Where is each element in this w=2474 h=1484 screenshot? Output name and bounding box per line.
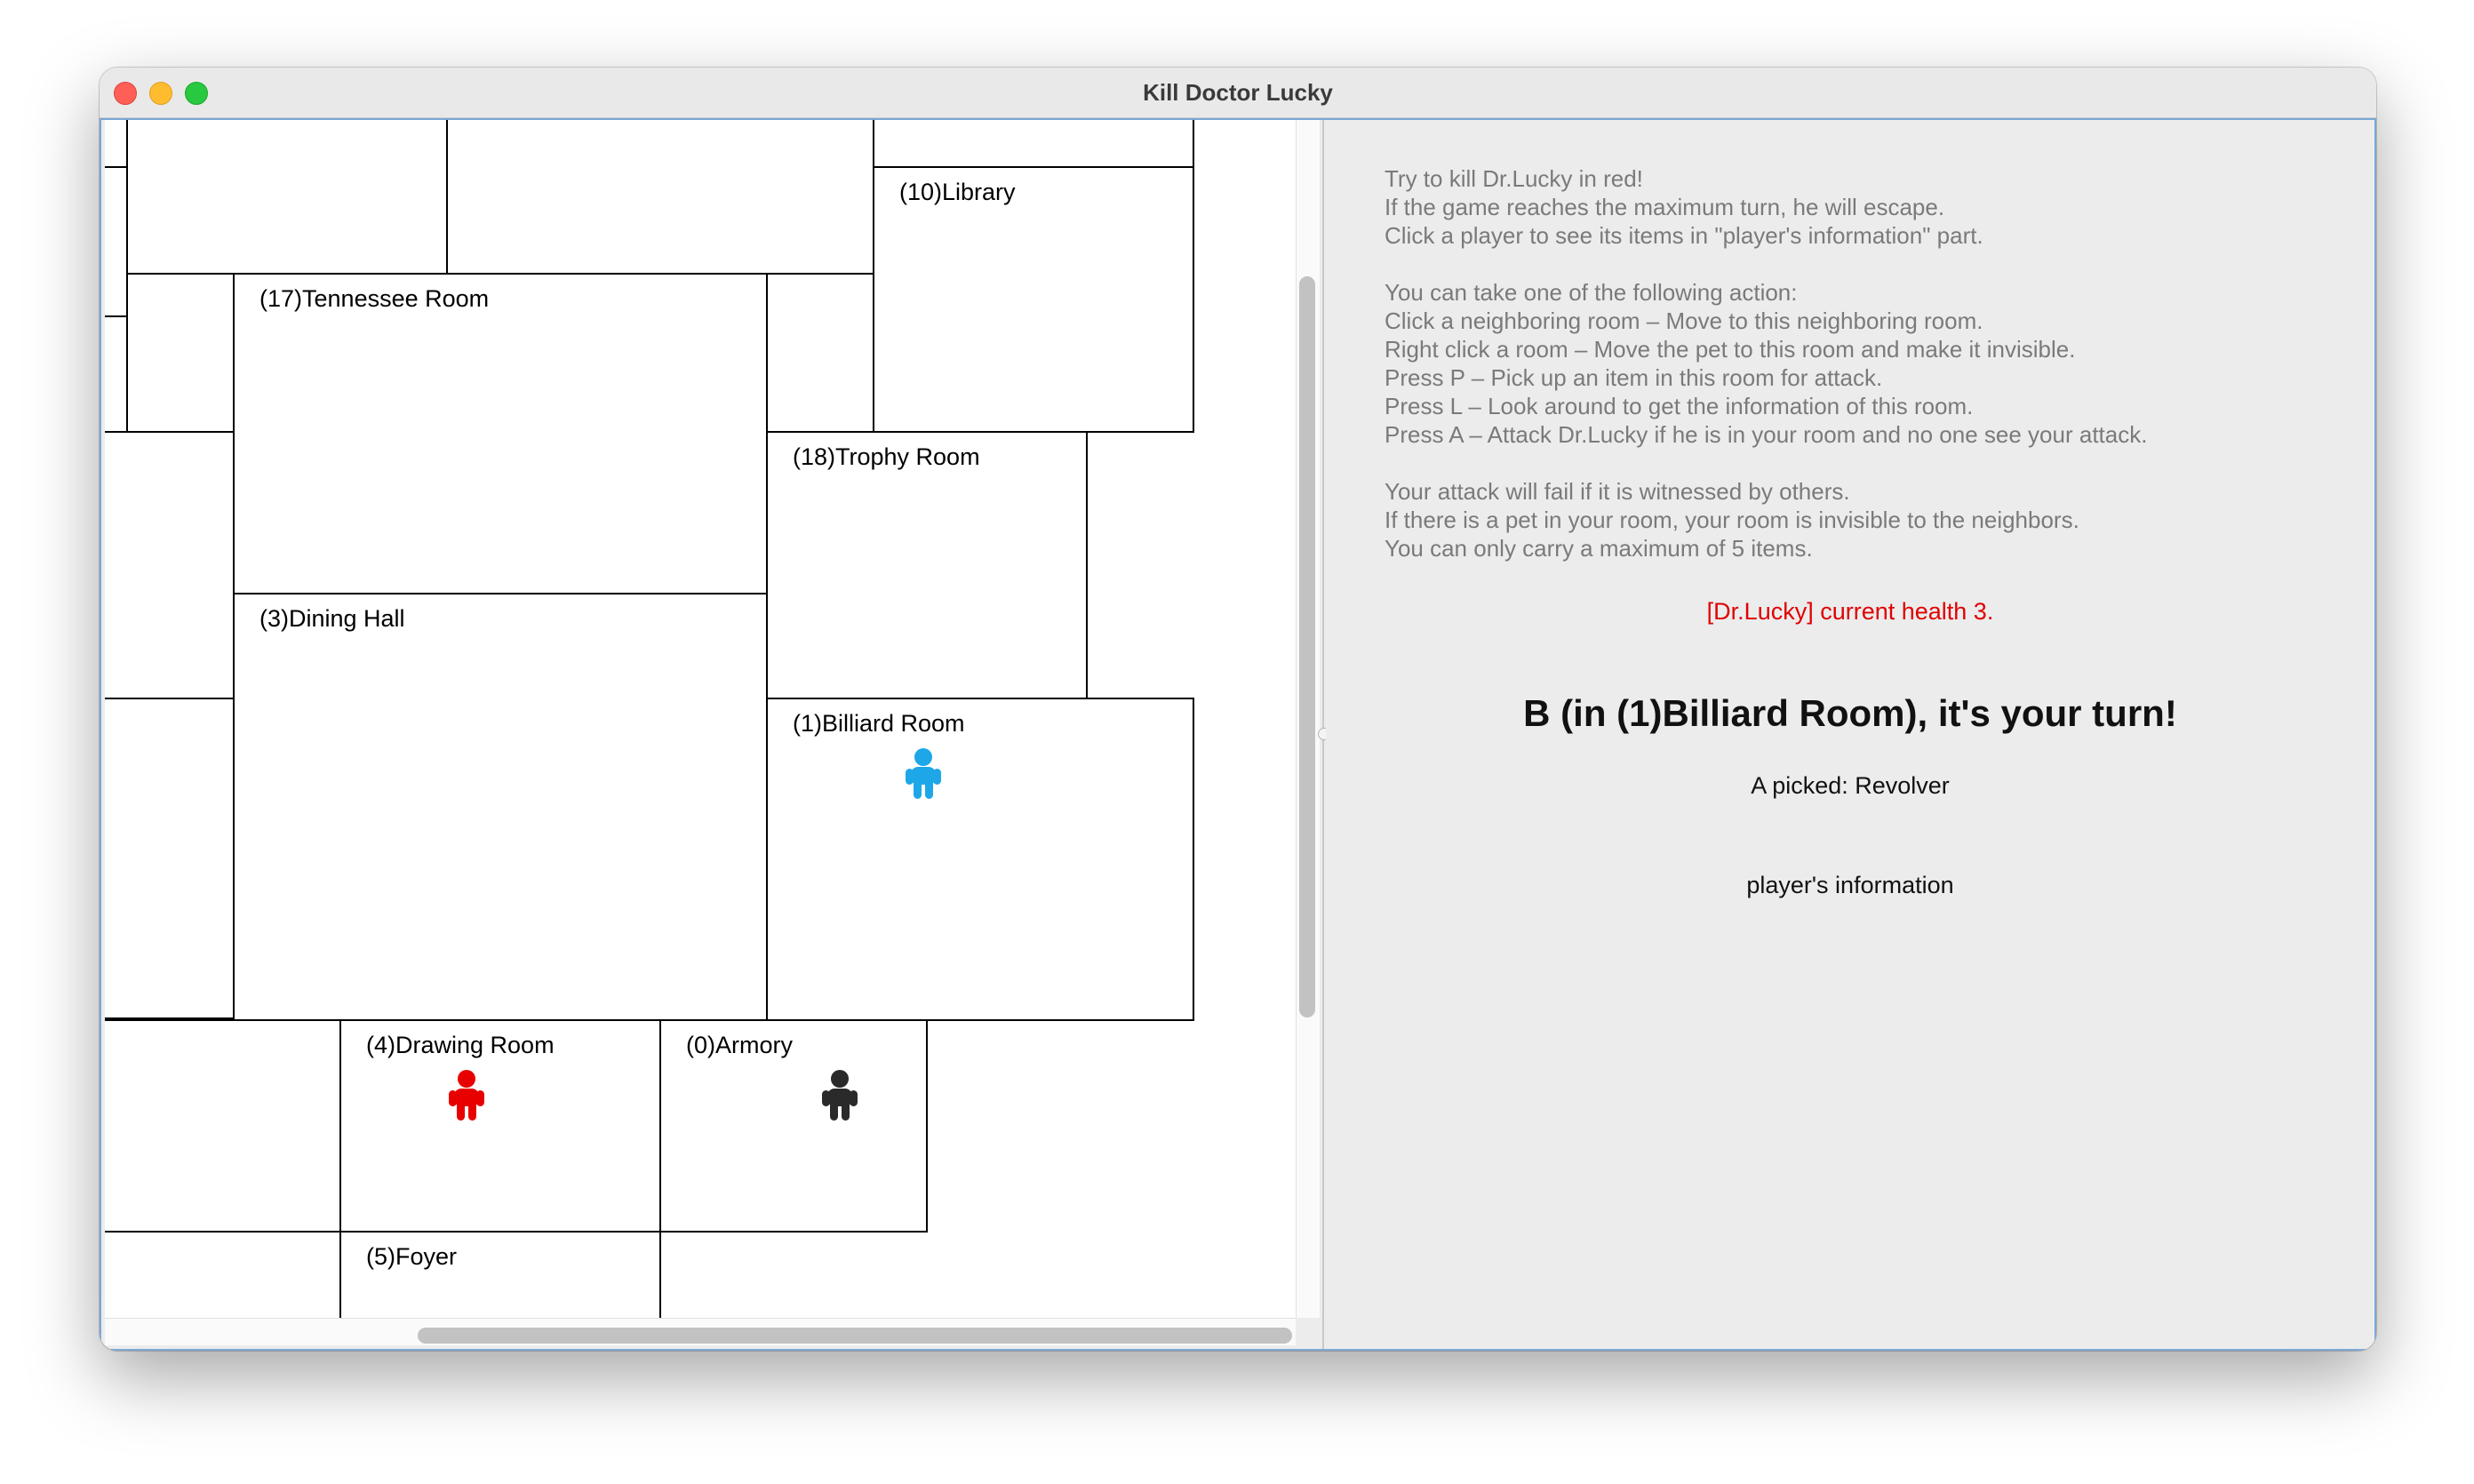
player-information-label: player's information	[1746, 872, 1954, 898]
room-unlabeled[interactable]	[105, 431, 235, 699]
room-label: (17)Tennessee Room	[259, 285, 490, 312]
room-unlabeled[interactable]	[873, 120, 1194, 168]
horizontal-scrollbar-thumb[interactable]	[418, 1328, 1292, 1344]
room-unlabeled[interactable]	[105, 1231, 341, 1318]
room-label: (0)Armory	[686, 1032, 793, 1058]
instruction-line: If the game reaches the maximum turn, he…	[1385, 194, 1945, 220]
room-unlabeled[interactable]	[105, 698, 235, 1019]
instruction-line: Press L – Look around to get the informa…	[1385, 393, 1974, 419]
instruction-line	[1385, 250, 2147, 278]
room-label: (3)Dining Hall	[259, 605, 405, 632]
mansion-map: (10)Library (17)Tennessee Room (18)Troph…	[105, 120, 1296, 1318]
instruction-line: Press P – Pick up an item in this room f…	[1385, 364, 1883, 391]
room-dining-hall[interactable]: (3)Dining Hall	[233, 593, 768, 1021]
instruction-line: Click a player to see its items in "play…	[1385, 222, 1983, 249]
room-tennessee[interactable]: (17)Tennessee Room	[233, 273, 768, 594]
room-trophy[interactable]: (18)Trophy Room	[766, 431, 1088, 699]
instruction-line: Press A – Attack Dr.Lucky if he is in yo…	[1385, 421, 2148, 448]
room-partial-left[interactable]: ar	[105, 1019, 341, 1233]
instruction-line: You can take one of the following action…	[1385, 279, 1798, 306]
instruction-line: You can only carry a maximum of 5 items.	[1385, 535, 1813, 562]
instruction-line	[1385, 449, 2147, 477]
dr-lucky-health: [Dr.Lucky] current health 3.	[1706, 598, 1994, 625]
room-label: (4)Drawing Room	[366, 1032, 555, 1058]
room-unlabeled[interactable]	[446, 120, 874, 275]
title-bar: Kill Doctor Lucky	[100, 68, 2376, 118]
room-unlabeled[interactable]	[105, 166, 128, 317]
info-panel: Try to kill Dr.Lucky in red! If the game…	[1326, 120, 2374, 1349]
room-unlabeled[interactable]	[126, 273, 235, 433]
instruction-line: Click a neighboring room – Move to this …	[1385, 307, 1983, 334]
instruction-line: If there is a pet in your room, your roo…	[1385, 507, 2079, 533]
instruction-line: Right click a room – Move the pet to thi…	[1385, 336, 2076, 363]
room-unlabeled[interactable]	[126, 120, 448, 275]
room-unlabeled[interactable]	[766, 273, 874, 433]
room-billiard[interactable]: (1)Billiard Room	[766, 698, 1194, 1021]
app-window: Kill Doctor Lucky (10)Library (17)Tennes…	[100, 68, 2376, 1351]
last-action-message: A picked: Revolver	[1751, 772, 1950, 799]
window-title: Kill Doctor Lucky	[1143, 79, 1333, 106]
player-blue-icon[interactable]	[903, 747, 944, 801]
vertical-scrollbar-thumb[interactable]	[1299, 276, 1315, 1017]
room-label: (5)Foyer	[366, 1243, 458, 1270]
room-label: (18)Trophy Room	[793, 443, 980, 470]
room-drawing[interactable]: (4)Drawing Room	[339, 1019, 661, 1233]
map-viewport: (10)Library (17)Tennessee Room (18)Troph…	[105, 120, 1296, 1318]
turn-indicator: B (in (1)Billiard Room), it's your turn!	[1523, 692, 2177, 734]
room-foyer[interactable]: (5)Foyer	[339, 1231, 661, 1318]
room-label: (10)Library	[899, 179, 1016, 205]
player-black-icon[interactable]	[819, 1069, 860, 1122]
instruction-line: Try to kill Dr.Lucky in red!	[1385, 165, 1643, 192]
room-library[interactable]: (10)Library	[873, 166, 1194, 433]
instruction-line: Your attack will fail if it is witnessed…	[1385, 478, 1850, 505]
room-label: (1)Billiard Room	[793, 710, 965, 737]
instructions-text: Try to kill Dr.Lucky in red! If the game…	[1385, 164, 2147, 562]
content-area: (10)Library (17)Tennessee Room (18)Troph…	[100, 118, 2376, 1351]
room-armory[interactable]: (0)Armory	[659, 1019, 928, 1233]
room-unlabeled[interactable]	[105, 120, 128, 168]
player-red-icon[interactable]	[446, 1069, 487, 1122]
